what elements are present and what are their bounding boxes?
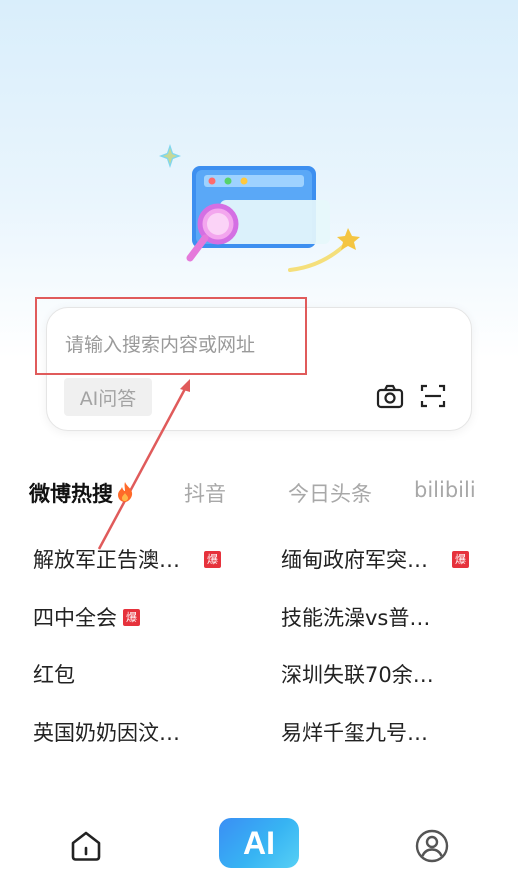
hot-item-title: 易烊千玺九号… bbox=[281, 721, 428, 745]
annotation-arrow bbox=[97, 379, 190, 550]
hot-item[interactable]: 红包 bbox=[33, 659, 75, 689]
tab-toutiao[interactable]: 今日头条 bbox=[288, 478, 372, 508]
hot-item-title: 红包 bbox=[33, 663, 75, 687]
hot-item-title: 缅甸政府军突… bbox=[281, 548, 428, 572]
profile-icon[interactable] bbox=[414, 828, 450, 864]
home-icon[interactable] bbox=[68, 828, 104, 864]
hot-item[interactable]: 深圳失联70余… bbox=[281, 659, 434, 689]
search-input[interactable] bbox=[65, 328, 425, 362]
camera-icon[interactable] bbox=[376, 382, 404, 410]
hot-item[interactable]: 四中全会 爆 bbox=[33, 602, 140, 632]
hot-item-title: 解放军正告澳… bbox=[33, 548, 180, 572]
hot-item[interactable]: 解放军正告澳… 爆 bbox=[33, 544, 221, 574]
scan-icon[interactable] bbox=[419, 382, 447, 410]
ai-nav-button[interactable]: AI bbox=[219, 818, 299, 868]
ai-qa-button[interactable]: AI问答 bbox=[64, 378, 152, 416]
hot-item[interactable]: 缅甸政府军突… 爆 bbox=[281, 544, 469, 574]
fire-icon bbox=[118, 482, 133, 502]
bottom-nav: AI bbox=[0, 812, 518, 896]
hot-badge: 爆 bbox=[452, 550, 469, 568]
hot-item[interactable]: 技能洗澡vs普… bbox=[281, 602, 430, 632]
hero-illustration bbox=[159, 144, 360, 272]
hot-badge: 爆 bbox=[204, 550, 221, 568]
hot-item-title: 四中全会 bbox=[33, 606, 117, 630]
tab-bilibili[interactable]: bilibili bbox=[414, 478, 476, 502]
hot-badge: 爆 bbox=[123, 608, 140, 626]
hot-search-tabs: 微博热搜 抖音 今日头条 bilibili bbox=[29, 478, 499, 514]
tab-weibo[interactable]: 微博热搜 bbox=[29, 478, 135, 508]
tab-douyin[interactable]: 抖音 bbox=[184, 478, 226, 508]
hot-item-title: 深圳失联70余… bbox=[281, 663, 434, 687]
hot-item-title: 英国奶奶因汶… bbox=[33, 721, 180, 745]
hot-item[interactable]: 易烊千玺九号… bbox=[281, 717, 428, 747]
tab-label: 微博热搜 bbox=[29, 482, 113, 506]
search-card: AI问答 bbox=[46, 307, 472, 431]
hot-item[interactable]: 英国奶奶因汶… bbox=[33, 717, 180, 747]
hot-item-title: 技能洗澡vs普… bbox=[281, 606, 431, 630]
